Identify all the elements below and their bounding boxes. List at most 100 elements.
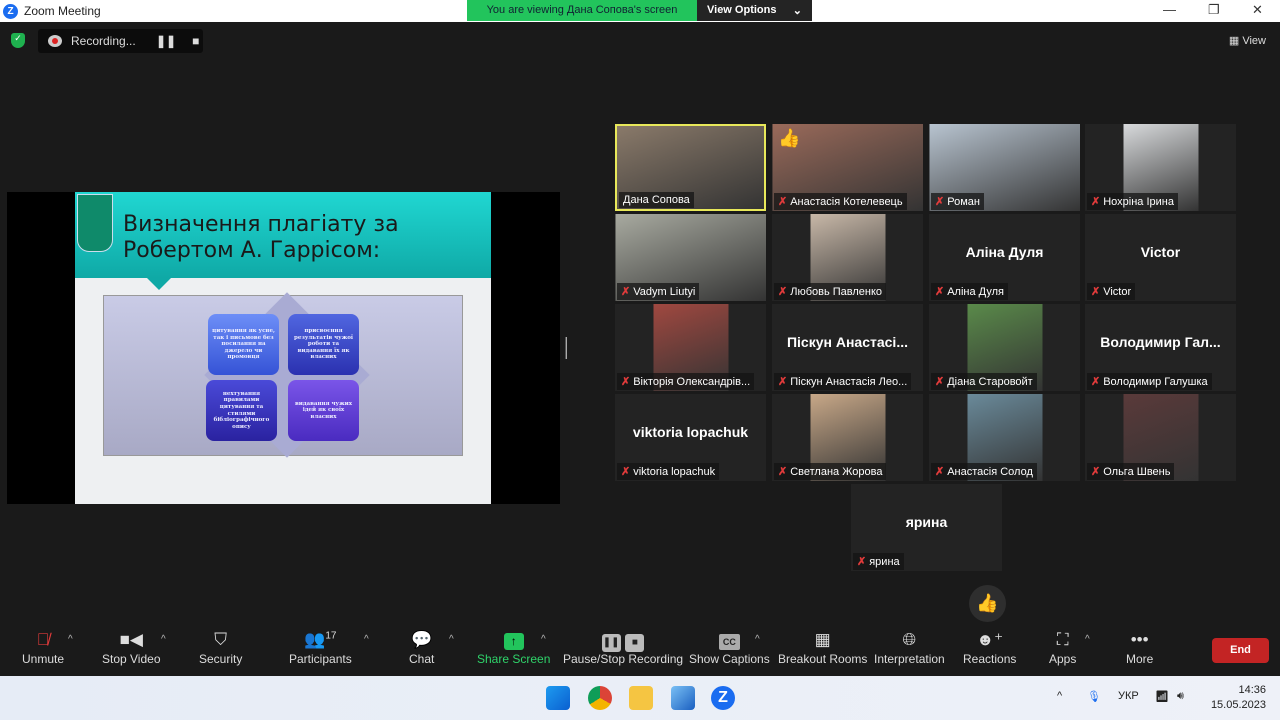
participant-name: Victor — [1103, 286, 1132, 298]
participant-tile[interactable]: Володимир Гал... ✗ Володимир Галушка — [1085, 304, 1236, 391]
panel-resize-handle[interactable] — [565, 337, 567, 359]
zoom-taskbar-icon[interactable]: Z — [711, 686, 735, 710]
participant-tile[interactable]: Піскун Анастасі... ✗ Піскун Анастасія Лео.… — [772, 304, 923, 391]
participant-tile[interactable]: ✗ Любовь Павленко — [772, 214, 923, 301]
reactions-button[interactable]: ☻⁺ Reactions — [963, 630, 1016, 666]
breakout-rooms-grid-icon: ▦ — [814, 630, 831, 649]
participants-button[interactable]: 👥17 Participants — [289, 630, 352, 666]
participant-name-label: ✗ Діана Старовойт — [931, 373, 1037, 390]
apps-options-caret[interactable]: ^ — [1085, 634, 1090, 645]
system-clock[interactable]: 14:36 15.05.2023 — [1211, 683, 1266, 713]
participant-name-label: ✗ viktoria lopachuk — [617, 463, 720, 480]
participant-tile[interactable]: ярина ✗ ярина — [851, 484, 1002, 571]
muted-mic-icon: ✗ — [778, 286, 788, 298]
globe-icon: 🌐︎ — [902, 630, 917, 649]
minimize-button[interactable]: — — [1163, 2, 1176, 17]
participant-tile[interactable]: ✗ Нохріна Ірина — [1085, 124, 1236, 211]
end-meeting-button[interactable]: End — [1212, 638, 1269, 663]
interpretation-label: Interpretation — [874, 652, 945, 666]
presentation-slide: Визначення плагіату за Робертом А. Гаррі… — [75, 192, 491, 504]
participant-tile[interactable]: Victor ✗ Victor — [1085, 214, 1236, 301]
muted-mic-icon: ✗ — [857, 556, 867, 568]
share-screen-button[interactable]: ↑ Share Screen — [477, 630, 550, 666]
participant-tile[interactable]: ✗ Роман — [929, 124, 1080, 211]
view-button[interactable]: ▦ View — [1229, 34, 1266, 47]
encryption-shield-icon[interactable]: ✓ — [11, 33, 25, 48]
participant-name-label: ✗ Victor — [1087, 283, 1136, 300]
file-explorer-icon[interactable] — [629, 686, 653, 710]
unmute-button[interactable]: 🎙̸ Unmute — [22, 630, 64, 666]
microphone-tray-icon[interactable]: 🎙︎ — [1087, 690, 1101, 703]
participants-icon-group: 👥17 — [289, 630, 352, 652]
pause-recording-button[interactable]: ❚❚ — [156, 34, 176, 48]
pause-stop-recording-button[interactable]: ❚❚ ■ Pause/Stop Recording — [563, 630, 683, 666]
security-label: Security — [199, 652, 243, 666]
diagram-box: цитування як усне, так і письмове без по… — [208, 314, 279, 375]
participant-tile[interactable]: Аліна Дуля ✗ Аліна Дуля — [929, 214, 1080, 301]
participant-tile[interactable]: ✗ Vadym Liutyi — [615, 214, 766, 301]
closed-captions-icon: CC — [718, 634, 740, 650]
photos-icon[interactable] — [671, 686, 695, 710]
more-button[interactable]: ••• More — [1126, 630, 1153, 666]
participant-name: Анастасія Котелевець — [790, 196, 903, 208]
participant-tile[interactable]: ✗ Ольга Швень — [1085, 394, 1236, 481]
meeting-toolbar: 🎙̸ Unmute ^ ■◀ Stop Video ^ ⛉ Security 👥17 P… — [0, 622, 1280, 676]
windows-taskbar: Z ^ 🎙︎ УКР 📶︎ 🔊︎ 14:36 15.05.2023 — [0, 676, 1280, 720]
tray-overflow-icon[interactable]: ^ — [1057, 690, 1062, 702]
stop-recording-button[interactable]: ■ — [192, 34, 199, 48]
participant-tile[interactable]: Дана Сопова — [615, 124, 766, 211]
view-options-label: View Options — [707, 4, 777, 16]
participant-name: ярина — [869, 556, 900, 568]
security-button[interactable]: ⛉ Security — [199, 630, 242, 666]
close-button[interactable]: ✕ — [1252, 2, 1263, 18]
participant-name-label: ✗ Вікторія Олександрів... — [617, 373, 755, 390]
participants-icon: 👥 — [304, 630, 326, 649]
diagram-box: нехтування правилами цитування та стилям… — [206, 380, 277, 441]
interpretation-button[interactable]: 🌐︎ Interpretation — [874, 630, 945, 666]
chrome-icon[interactable] — [588, 686, 612, 710]
audio-options-caret[interactable]: ^ — [68, 634, 73, 645]
participants-options-caret[interactable]: ^ — [364, 634, 369, 645]
participant-tile[interactable]: ✗ Анастасія Солод — [929, 394, 1080, 481]
participant-name-label: ✗ Нохріна Ірина — [1087, 193, 1178, 210]
participant-name-label: ✗ Любовь Павленко — [774, 283, 887, 300]
video-options-caret[interactable]: ^ — [161, 634, 166, 645]
captions-options-caret[interactable]: ^ — [755, 634, 760, 645]
chat-options-caret[interactable]: ^ — [449, 634, 454, 645]
breakout-rooms-button[interactable]: ▦ Breakout Rooms — [778, 630, 867, 666]
volume-icon[interactable]: 🔊︎ — [1177, 690, 1184, 703]
chat-label: Chat — [409, 652, 435, 666]
muted-mic-icon: ✗ — [778, 196, 788, 208]
smiley-plus-icon: ☻⁺ — [976, 630, 1004, 649]
wifi-icon[interactable]: 📶︎ — [1155, 690, 1169, 703]
share-options-caret[interactable]: ^ — [541, 634, 546, 645]
participant-name-label: ✗ Піскун Анастасія Лео... — [774, 373, 912, 390]
participant-name-label: Дана Сопова — [619, 192, 694, 208]
muted-mic-icon: ✗ — [935, 196, 945, 208]
apps-button[interactable]: ⛶ Apps — [1049, 630, 1076, 666]
participant-display-name: Аліна Дуля — [965, 244, 1044, 260]
participant-tile[interactable]: ✗ Светлана Жорова — [772, 394, 923, 481]
maximize-button[interactable]: ❐ — [1208, 2, 1220, 18]
participant-count: 17 — [325, 630, 337, 642]
thumbs-up-reaction-bubble[interactable]: 👍 — [969, 585, 1006, 622]
stop-video-label: Stop Video — [102, 652, 161, 666]
language-indicator[interactable]: УКР — [1118, 690, 1139, 702]
participant-tile[interactable]: ✗ Вікторія Олександрів... — [615, 304, 766, 391]
participant-tile[interactable]: 👍 ✗ Анастасія Котелевець — [772, 124, 923, 211]
view-options-button[interactable]: View Options ⌄ — [697, 0, 812, 21]
view-grid-icon: ▦ — [1228, 35, 1240, 47]
muted-mic-icon: ✗ — [935, 376, 945, 388]
muted-mic-icon: ✗ — [935, 466, 945, 478]
participant-tile[interactable]: ✗ Діана Старовойт — [929, 304, 1080, 391]
chat-button[interactable]: 💬 Chat — [409, 630, 434, 666]
participant-name-label: ✗ ярина — [853, 553, 904, 570]
participant-name-label: ✗ Ольга Швень — [1087, 463, 1175, 480]
muted-mic-icon: ✗ — [621, 376, 631, 388]
participant-name-label: ✗ Роман — [931, 193, 984, 210]
participant-tile[interactable]: viktoria lopachuk ✗ viktoria lopachuk — [615, 394, 766, 481]
participant-name: Вікторія Олександрів... — [633, 376, 751, 388]
thumbs-up-reaction-icon: 👍 — [778, 128, 801, 148]
stop-video-button[interactable]: ■◀ Stop Video — [102, 630, 161, 666]
windows-start-icon[interactable] — [546, 686, 570, 710]
